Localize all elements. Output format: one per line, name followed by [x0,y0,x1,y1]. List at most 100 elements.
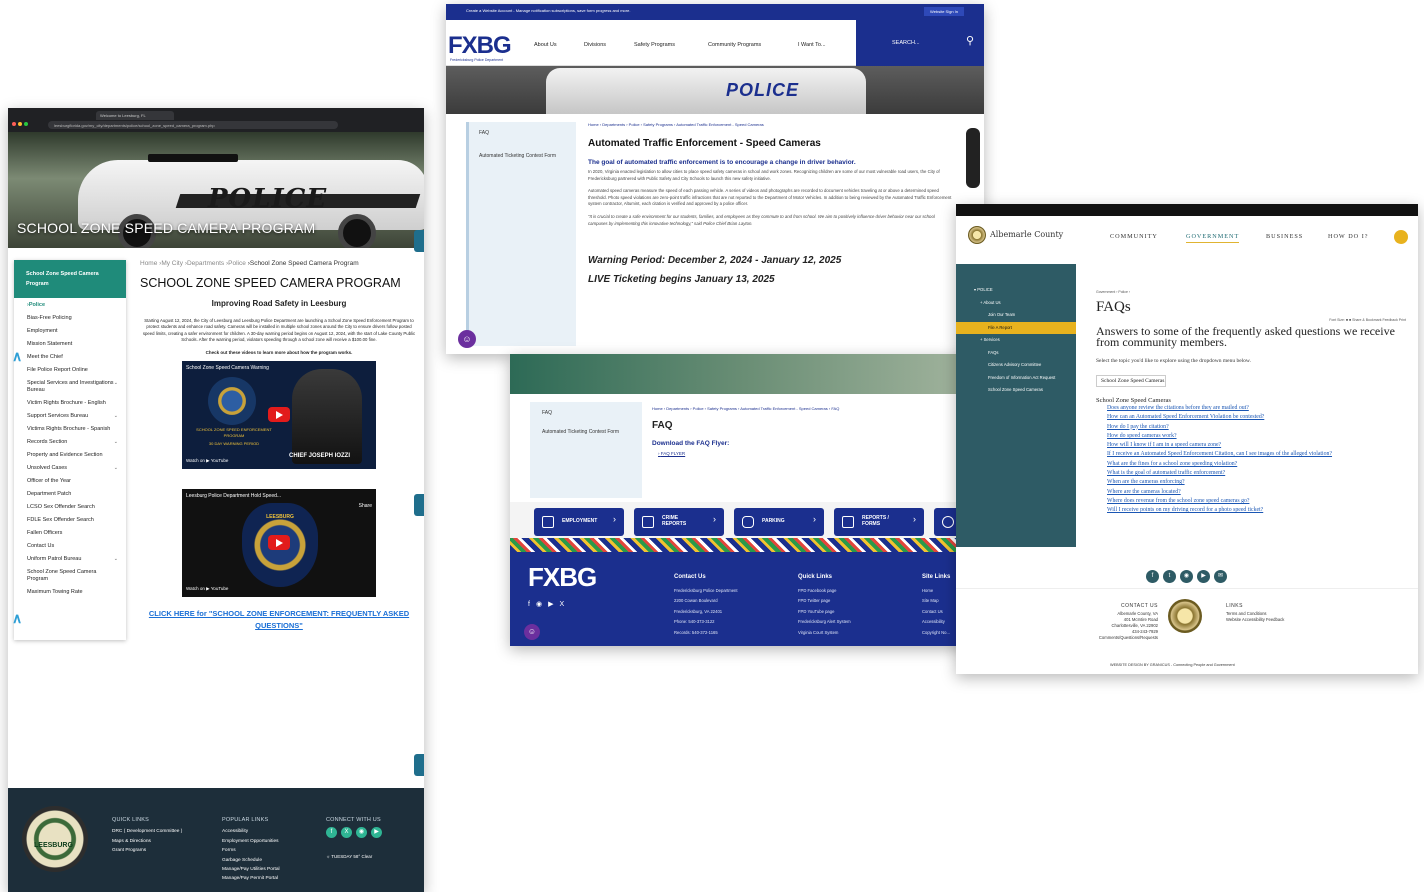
faq-question-link[interactable]: Will I receive points on my driving reco… [1107,506,1406,515]
footer-link[interactable]: Site Map [922,596,950,607]
sidebar-item[interactable]: File Police Report Online [14,367,126,374]
sidebar-item-contest-form[interactable]: Automated Ticketing Contest Form [530,417,642,436]
footer-link[interactable]: Contact Us [922,607,950,618]
sidebar-item[interactable]: Department Patch [14,491,126,498]
faq-question-link[interactable]: What are the fines for a school zone spe… [1107,460,1406,469]
sidebar-item-join[interactable]: Join Our Team [956,309,1076,322]
chevron-down-icon[interactable]: ⌄ [114,439,118,446]
nav-about-us[interactable]: About Us [534,42,557,48]
account-message[interactable]: Create a Website Account - Manage notifi… [466,8,630,13]
sidebar-item[interactable]: Support Services Bureau ⌄ [14,413,126,420]
breadcrumb[interactable]: Home › Departments › Police › Safety Pro… [588,122,953,127]
nav-community[interactable]: COMMUNITY [1110,233,1158,240]
sidebar-item[interactable]: ›Police [14,302,126,309]
breadcrumb[interactable]: Government › Police › [1096,290,1406,294]
nav-safety-programs[interactable]: Safety Programs [634,42,675,48]
sidebar-item-police[interactable]: ▾ POLICE [956,284,1076,297]
chevron-down-icon[interactable]: ⌄ [114,413,118,420]
sidebar-item[interactable]: Records Section ⌄ [14,439,126,446]
search-input[interactable]: SEARCH... [892,40,920,46]
search-box[interactable]: SEARCH... ⚲ [856,20,984,66]
email-icon[interactable]: ✉ [1214,570,1227,583]
topic-select[interactable]: School Zone Speed Cameras ▾ [1096,375,1166,387]
sidebar-item[interactable]: Employment [14,328,126,335]
footer-link[interactable]: Accessibility [922,617,950,628]
play-button-icon[interactable] [268,535,290,551]
facebook-icon[interactable]: f [1146,570,1159,583]
site-name[interactable]: Albemarle County [990,230,1063,239]
sidebar-item-faq[interactable]: FAQ [469,122,576,137]
youtube-icon[interactable]: ▶ [371,827,382,839]
footer-link[interactable]: FPD Facebook page [798,586,851,597]
sidebar-item-file-report[interactable]: File A Report [956,321,1076,334]
fxbg-logo[interactable]: FXBG [528,562,597,593]
breadcrumb-item[interactable]: ›My City [159,260,183,267]
sidebar-item-advisory[interactable]: Citizens Advisory Committee [956,359,1076,372]
sidebar-item[interactable]: Special Services and Investigations Bure… [14,380,126,394]
breadcrumb-item[interactable]: ›Police [226,260,246,267]
sidebar-item[interactable]: Bias-Free Policing [14,315,126,322]
sidebar-item-faq[interactable]: FAQ [530,402,642,417]
faq-question-link[interactable]: How will I know if I am in a speed camer… [1107,441,1406,450]
nav-i-want-to[interactable]: I Want To... [798,42,826,48]
footer-link[interactable]: Fredericksburg Alert System [798,617,851,628]
faq-flyer-link[interactable]: › FAQ FLYER [658,451,839,456]
youtube-icon[interactable]: ▶ [548,601,559,608]
page-tools[interactable]: Font Size: ■ ■ Share & Bookmark Feedback… [1096,318,1406,322]
twitter-icon[interactable]: t [1163,570,1176,583]
watch-on-youtube[interactable]: Watch on ▶ YouTube [186,458,228,464]
sidebar-item[interactable]: Unsolved Cases ⌄ [14,465,126,472]
fxbg-logo[interactable]: FXBG [448,32,512,60]
design-credit[interactable]: WEBSITE DESIGN BY GRANICUS - Connecting … [1110,663,1235,667]
instagram-icon[interactable]: ◉ [536,601,548,608]
video-player-1[interactable]: School Zone Speed Camera Warning SCHOOL … [182,361,376,470]
sidebar-item[interactable]: Meet the Chief [14,354,126,361]
sidebar-item[interactable]: Mission Statement [14,341,126,348]
nav-government[interactable]: GOVERNMENT [1186,233,1240,243]
parking-button[interactable]: PARKING › [734,508,824,536]
facebook-icon[interactable]: f [528,601,536,608]
sidebar-item-contest-form[interactable]: Automated Ticketing Contest Form [469,137,576,160]
sidebar-item-speed-cameras[interactable]: School Zone Speed Cameras [956,384,1076,397]
footer-link[interactable]: Grant Programs [112,846,182,855]
sidebar-item[interactable]: Victim Rights Brochure - English [14,400,126,407]
instagram-icon[interactable]: ◉ [356,827,367,839]
side-widget[interactable] [414,754,424,776]
faq-question-link[interactable]: What is the goal of automated traffic en… [1107,469,1406,478]
faq-question-link[interactable]: Where does revenue from the school zone … [1107,497,1406,506]
faq-question-link[interactable]: Does anyone review the citations before … [1107,404,1406,413]
accessibility-icon[interactable]: ☺ [458,330,476,348]
faq-question-link[interactable]: How do I pay the citation? [1107,423,1406,432]
window-controls[interactable] [12,113,30,131]
accessibility-icon[interactable]: ∧ [12,348,22,365]
sidebar-item[interactable]: FDLE Sex Offender Search [14,517,126,524]
accessibility-icon[interactable]: ☺ [524,624,540,640]
address-bar[interactable]: leesburgflorida.gov/my_city/departments/… [48,121,338,129]
breadcrumb-item[interactable]: ›Departments [185,260,224,267]
instagram-icon[interactable]: ◉ [1180,570,1193,583]
chevron-down-icon[interactable]: ⌄ [114,465,118,472]
nav-how-do-i[interactable]: HOW DO I? [1328,233,1369,240]
reports-forms-button[interactable]: REPORTS / FORMS › [834,508,924,536]
nav-business[interactable]: BUSINESS [1266,233,1303,240]
sidebar-item-about-us[interactable]: + About Us [956,297,1076,310]
breadcrumb-item[interactable]: Home [140,260,157,267]
sidebar-item-foia[interactable]: Freedom of Information Act Request [956,372,1076,385]
faq-question-link[interactable]: How can an Automated Speed Enforcement V… [1107,413,1406,422]
footer-link[interactable]: Home [922,586,950,597]
play-button-icon[interactable] [268,407,290,423]
footer-link[interactable]: Forms [222,846,280,855]
contact-link[interactable]: Comments/Questions/Requests [1076,635,1158,641]
footer-link[interactable]: Copyright No... [922,628,950,639]
footer-link[interactable]: Manage/Pay Utilities Portal [222,865,280,874]
video-player-2[interactable]: Leesburg Police Department Hold Speed...… [182,489,376,598]
sidebar-item[interactable]: Contact Us [14,543,126,550]
footer-link[interactable]: Manage/Pay Permit Portal [222,874,280,883]
sidebar-item[interactable]: Property and Evidence Section [14,452,126,459]
footer-link[interactable]: FPD Twitter page [798,596,851,607]
x-icon[interactable]: X [559,601,570,608]
crime-reports-button[interactable]: CRIME REPORTS › [634,508,724,536]
faq-question-link[interactable]: When are the cameras enforcing? [1107,478,1406,487]
x-icon[interactable]: X [341,827,352,839]
sidebar-item[interactable]: Uniform Patrol Bureau ⌄ [14,556,126,563]
